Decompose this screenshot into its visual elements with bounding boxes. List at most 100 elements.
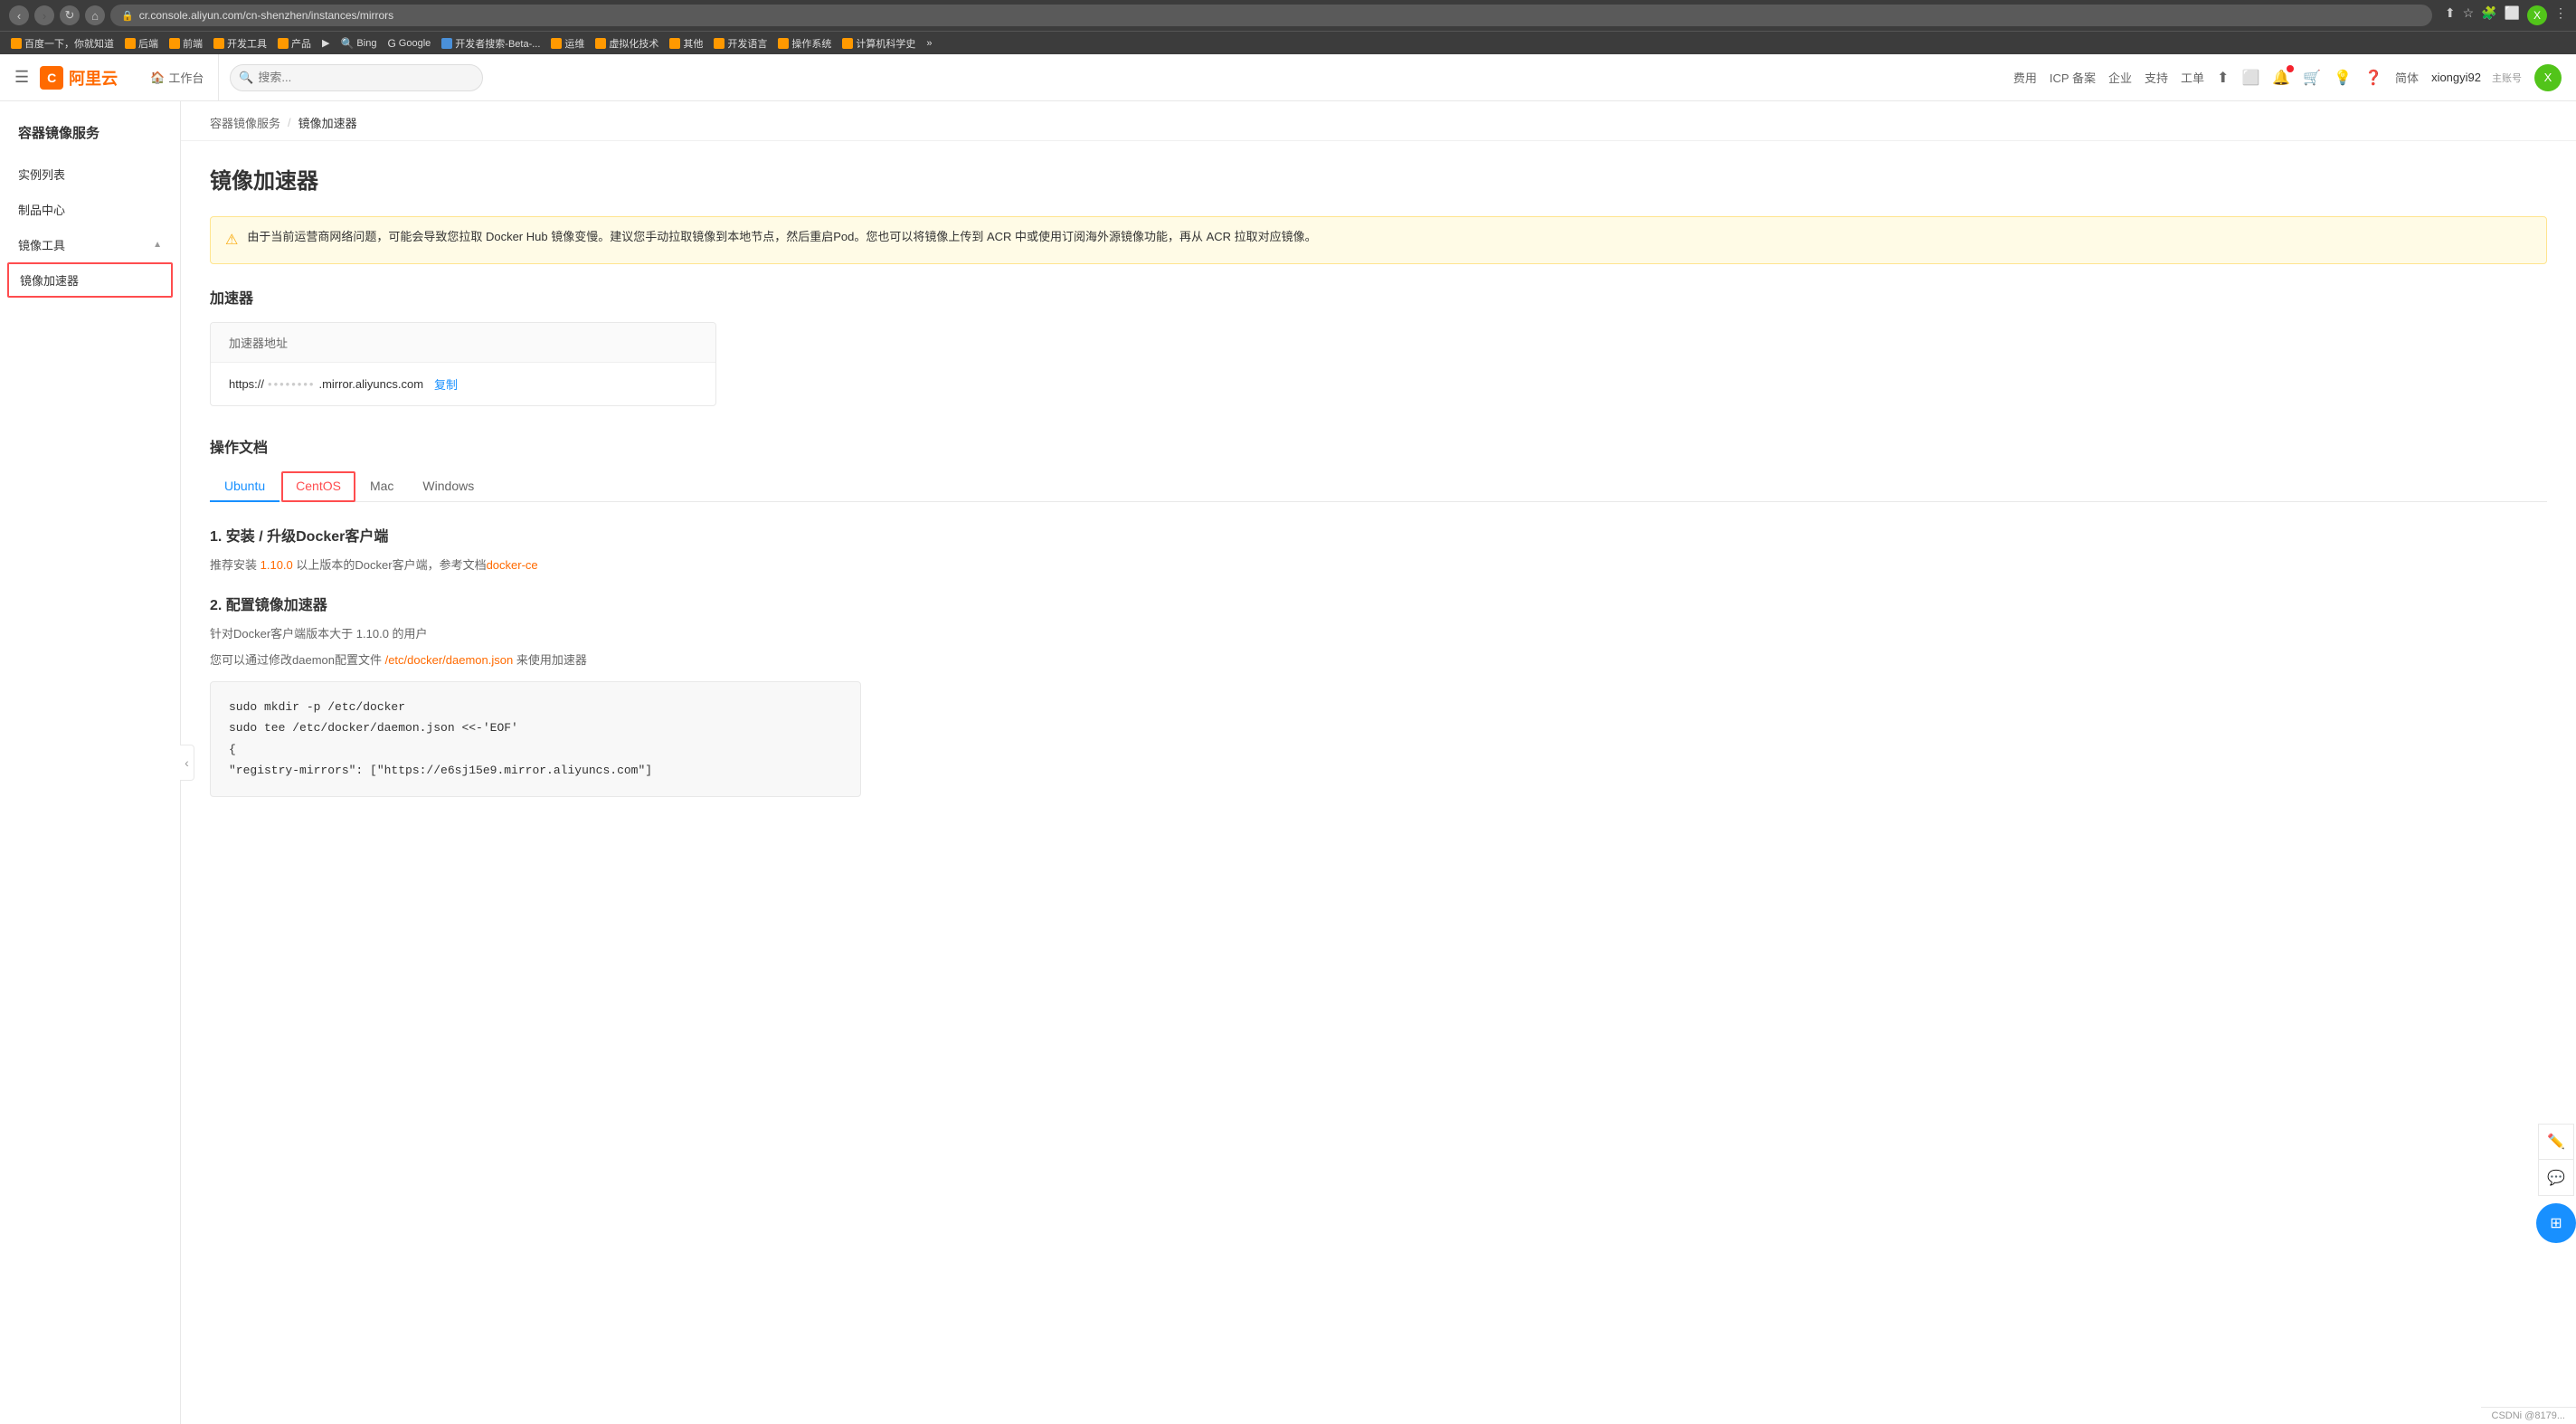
code-line-1: sudo mkdir -p /etc/docker	[229, 697, 842, 717]
step1-desc-prefix: 推荐安装	[210, 558, 260, 572]
step2: 2. 配置镜像加速器 针对Docker客户端版本大于 1.10.0 的用户 您可…	[210, 593, 2547, 796]
float-chat-btn[interactable]: 💬	[2538, 1160, 2574, 1196]
tab-mac[interactable]: Mac	[355, 471, 408, 502]
hamburger-icon[interactable]: ☰	[14, 68, 29, 87]
step2-title: 2. 配置镜像加速器	[210, 593, 2547, 614]
step1-desc-middle: 以上版本的Docker客户端，参考文档	[293, 558, 487, 572]
address-box-header: 加速器地址	[211, 323, 715, 363]
menu-icon[interactable]: ⋮	[2554, 5, 2567, 25]
address-suffix: .mirror.aliyuncs.com	[318, 377, 423, 391]
nav-enterprise[interactable]: 企业	[2108, 69, 2132, 86]
user-avatar[interactable]: X	[2534, 64, 2562, 91]
copy-button[interactable]: 复制	[434, 375, 458, 393]
step2-desc2-prefix: 您可以通过修改daemon配置文件	[210, 653, 385, 667]
sidebar-item-product-center[interactable]: 制品中心	[0, 192, 180, 227]
lock-icon: 🔒	[121, 10, 134, 22]
docs-section: 操作文档 Ubuntu CentOS Mac Windows 1. 安装 / 升…	[210, 435, 2547, 797]
home-button[interactable]: ⌂	[85, 5, 105, 25]
bookmark-frontend[interactable]: 前端	[164, 34, 208, 52]
nav-user-info[interactable]: xiongyi92 主账号	[2431, 71, 2522, 85]
bookmark-other[interactable]: 其他	[664, 34, 708, 52]
code-line-2: sudo tee /etc/docker/daemon.json <<-'EOF…	[229, 717, 842, 738]
nav-workorder[interactable]: 工单	[2181, 69, 2204, 86]
tab-centos[interactable]: CentOS	[281, 471, 355, 502]
bookmark-products[interactable]: 产品	[272, 34, 317, 52]
bookmark-cs-history[interactable]: 计算机科学史	[837, 34, 921, 52]
bookmarks-bar: 百度一下，你就知道 后端 前端 开发工具 产品 ▶ 🔍Bing GGoogle …	[0, 31, 2576, 54]
sidebar-item-instance-list[interactable]: 实例列表	[0, 157, 180, 192]
bookmark-bing[interactable]: 🔍Bing	[335, 35, 382, 52]
user-role: 主账号	[2492, 71, 2522, 85]
nav-support[interactable]: 支持	[2145, 69, 2168, 86]
float-edit-btn[interactable]: ✏️	[2538, 1124, 2574, 1160]
address-box-content: https://••••••••.mirror.aliyuncs.com 复制	[211, 363, 715, 405]
nav-lang[interactable]: 简体	[2395, 69, 2419, 86]
search-input[interactable]	[230, 64, 483, 91]
forward-button[interactable]: ›	[34, 5, 54, 25]
nav-home-link[interactable]: 🏠 工作台	[136, 54, 219, 101]
code-block: sudo mkdir -p /etc/docker sudo tee /etc/…	[210, 681, 861, 797]
address-bar[interactable]: 🔒 cr.console.aliyun.com/cn-shenzhen/inst…	[110, 5, 2432, 26]
back-button[interactable]: ‹	[9, 5, 29, 25]
step2-desc2: 您可以通过修改daemon配置文件 /etc/docker/daemon.jso…	[210, 651, 2547, 670]
nav-cart-icon[interactable]: 🛒	[2303, 69, 2321, 87]
window-icon[interactable]: ⬜	[2505, 5, 2520, 25]
alert-text: 由于当前运营商网络问题，可能会导致您拉取 Docker Hub 镜像变慢。建议您…	[247, 228, 1316, 247]
step1-title: 1. 安装 / 升级Docker客户端	[210, 524, 2547, 546]
bookmark-google[interactable]: GGoogle	[382, 35, 436, 52]
docs-section-title: 操作文档	[210, 435, 2547, 457]
step1-version-link[interactable]: 1.10.0	[260, 558, 293, 572]
sidebar-group-image-tools[interactable]: 镜像工具 ▲	[0, 227, 180, 262]
step2-config-link[interactable]: /etc/docker/daemon.json	[385, 653, 514, 667]
logo-box: C	[40, 66, 63, 90]
sidebar-title: 容器镜像服务	[0, 116, 180, 157]
bookmark-devtools[interactable]: 开发工具	[208, 34, 272, 52]
nav-right-items: 费用 ICP 备案 企业 支持 工单 ⬆ ⬜ 🔔 🛒 💡 ❓ 简体 xiongy…	[2013, 64, 2562, 91]
float-grid-btn[interactable]: ⊞	[2536, 1203, 2576, 1243]
extensions-icon[interactable]: 🧩	[2481, 5, 2496, 25]
docs-tabs: Ubuntu CentOS Mac Windows	[210, 471, 2547, 502]
sidebar-collapse-btn[interactable]: ‹	[180, 745, 194, 781]
bookmark-overflow[interactable]: »	[921, 36, 937, 51]
breadcrumb-link-1[interactable]: 容器镜像服务	[210, 114, 280, 131]
nav-help-icon[interactable]: ❓	[2364, 69, 2382, 87]
share-icon[interactable]: ⬆	[2445, 5, 2456, 25]
bookmark-backend[interactable]: 后端	[119, 34, 164, 52]
nav-icon-2[interactable]: ⬜	[2241, 69, 2259, 87]
nav-feiyong[interactable]: 费用	[2013, 69, 2037, 86]
page-title: 镜像加速器	[210, 163, 2547, 195]
bookmark-virt[interactable]: 虚拟化技术	[590, 34, 664, 52]
tab-ubuntu[interactable]: Ubuntu	[210, 471, 279, 502]
bookmark-os[interactable]: 操作系统	[772, 34, 837, 52]
bookmark-baiduYiXia[interactable]: 百度一下，你就知道	[5, 34, 119, 52]
logo-text: 阿里云	[69, 66, 118, 90]
profile-icon[interactable]: X	[2527, 5, 2547, 25]
logo: C 阿里云	[40, 66, 118, 90]
accelerator-section-title: 加速器	[210, 286, 2547, 308]
step2-desc1: 针对Docker客户端版本大于 1.10.0 的用户	[210, 625, 2547, 644]
sidebar-sub-item-mirror-accelerator[interactable]: 镜像加速器	[7, 262, 173, 298]
tab-windows[interactable]: Windows	[408, 471, 488, 502]
address-box: 加速器地址 https://••••••••.mirror.aliyuncs.c…	[210, 322, 716, 406]
bookmark-ops[interactable]: 运维	[545, 34, 590, 52]
bookmark-dev-search[interactable]: 开发者搜索-Beta-...	[436, 34, 545, 52]
search-icon: 🔍	[239, 71, 253, 85]
bookmark-more1[interactable]: ▶	[317, 35, 335, 51]
nav-bell-icon[interactable]: 🔔	[2272, 69, 2290, 87]
nav-icp[interactable]: ICP 备案	[2050, 69, 2096, 86]
refresh-button[interactable]: ↻	[60, 5, 80, 25]
step1-doc-link[interactable]: docker-ce	[487, 558, 538, 572]
breadcrumb-current: 镜像加速器	[298, 114, 357, 131]
step1-desc: 推荐安装 1.10.0 以上版本的Docker客户端，参考文档docker-ce	[210, 556, 2547, 575]
bookmark-icon[interactable]: ☆	[2463, 5, 2475, 25]
bookmark-dev-lang[interactable]: 开发语言	[708, 34, 772, 52]
breadcrumb-sep: /	[288, 116, 291, 129]
chevron-up-icon: ▲	[153, 240, 162, 250]
code-line-4: "registry-mirrors": ["https://e6sj15e9.m…	[229, 760, 842, 781]
status-bar: CSDNi @8179...	[2481, 1407, 2576, 1424]
username: xiongyi92	[2431, 71, 2481, 84]
nav-bulb-icon[interactable]: 💡	[2334, 69, 2352, 87]
nav-icon-1[interactable]: ⬆	[2217, 69, 2229, 87]
accelerator-section: 加速器 加速器地址 https://••••••••.mirror.aliyun…	[210, 286, 2547, 406]
browser-chrome: ‹ › ↻ ⌂ 🔒 cr.console.aliyun.com/cn-shenz…	[0, 0, 2576, 31]
